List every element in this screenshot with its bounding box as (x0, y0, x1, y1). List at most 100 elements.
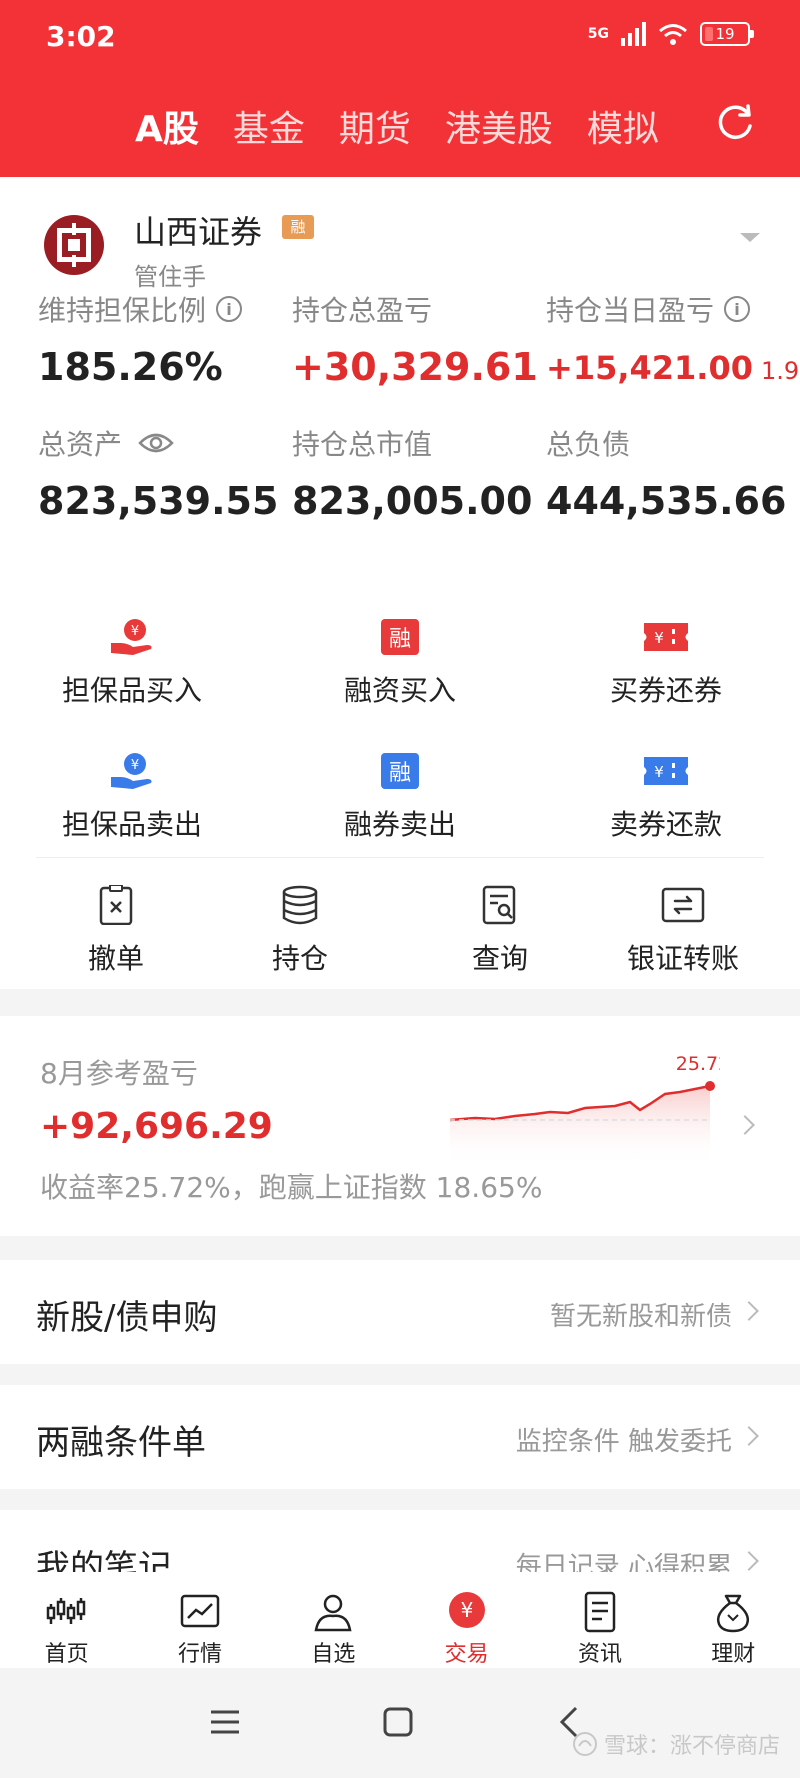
daily-pnl-percent: 1.91% (760, 357, 800, 385)
refresh-icon[interactable] (714, 102, 756, 144)
action-label: 持仓 (271, 942, 328, 975)
stat-total-pnl: 持仓总盈亏 +30,329.61 (292, 289, 538, 389)
trade-yen-icon: ¥ (448, 1592, 485, 1628)
battery-level: 19 (715, 25, 735, 43)
collateral-buy-button[interactable]: ¥ 担保品买入 (32, 617, 232, 709)
action-label: 撤单 (87, 942, 144, 975)
conditional-order-row[interactable]: 两融条件单 监控条件 触发委托 (0, 1385, 800, 1489)
row-subtitle: 暂无新股和新债 (549, 1302, 732, 1332)
stat-value: 823,539.55 (38, 479, 279, 523)
info-icon[interactable]: i (216, 296, 243, 322)
broker-name[interactable]: 山西证券 (134, 207, 262, 253)
svg-text:融: 融 (389, 627, 411, 652)
row-title: 两融条件单 (36, 1423, 206, 1463)
margin-buy-button[interactable]: 融 融资买入 (300, 617, 500, 709)
info-icon[interactable]: i (724, 296, 751, 322)
stat-value: +30,329.61 (292, 345, 538, 389)
cancel-order-button[interactable]: 撤单 (16, 885, 216, 977)
snowball-logo-icon (572, 1732, 597, 1756)
status-indicators: 5G 19 (587, 22, 754, 46)
section-divider (36, 857, 764, 858)
status-time: 3:02 (46, 20, 116, 53)
nav-news[interactable]: 资讯 (533, 1572, 666, 1668)
stat-label: 持仓总盈亏 (292, 294, 433, 327)
pnl-badge: 25.72% (676, 1053, 720, 1075)
nav-label: 行情 (177, 1642, 222, 1667)
watermark-text: 雪球：涨不停商店 (603, 1734, 780, 1759)
menu-icon[interactable] (205, 1702, 245, 1742)
hand-coin-icon: ¥ (111, 753, 152, 789)
trade-actions: ¥ 担保品买入 融 融资买入 ¥ 买券还券 ¥ 担保品卖出 融 融券卖出 ¥ 卖… (0, 559, 800, 989)
stat-label: 维持担保比例 (38, 294, 207, 327)
nav-market[interactable]: 行情 (133, 1572, 266, 1668)
eye-icon[interactable] (138, 431, 174, 455)
user-icon (314, 1594, 352, 1632)
bottom-navigation: 首页 行情 自选 ¥ 交易 资讯 理财 (0, 1572, 800, 1668)
broker-logo (44, 215, 104, 275)
transfer-icon (661, 887, 705, 923)
tab-a-shares[interactable]: A股 (135, 100, 199, 152)
chevron-right-icon (735, 1115, 755, 1135)
top-header: 3:02 5G 19 A股 基金 期货 港美股 模拟 (0, 0, 800, 177)
stat-value: 444,535.66 (546, 479, 787, 523)
nav-home[interactable]: 首页 (0, 1572, 133, 1668)
monthly-pnl-card[interactable]: 8月参考盈亏 +92,696.29 收益率25.72%，跑赢上证指数 18.65… (0, 1016, 800, 1236)
news-icon (584, 1591, 616, 1633)
svg-text:¥: ¥ (131, 624, 139, 639)
stat-maintenance-ratio: 维持担保比例 i 185.26% (38, 289, 243, 389)
tab-funds[interactable]: 基金 (233, 100, 305, 152)
short-sell-button[interactable]: 融 融券卖出 (300, 751, 500, 843)
nav-trade[interactable]: ¥ 交易 (400, 1572, 533, 1668)
bank-transfer-button[interactable]: 银证转账 (583, 885, 783, 977)
market-tabs: A股 基金 期货 港美股 模拟 (135, 100, 659, 152)
ticket-icon: ¥ (644, 623, 688, 651)
pnl-description: 收益率25.72%，跑赢上证指数 18.65% (40, 1171, 543, 1204)
account-nickname: 管住手 (134, 263, 206, 291)
chevron-down-icon[interactable] (740, 233, 760, 242)
margin-icon: 融 (381, 619, 419, 655)
stat-label: 持仓总市值 (292, 428, 433, 461)
nav-label: 首页 (44, 1642, 89, 1667)
row-subtitle: 监控条件 触发委托 (515, 1427, 732, 1457)
action-label: 银证转账 (626, 942, 739, 975)
collateral-sell-button[interactable]: ¥ 担保品卖出 (32, 751, 232, 843)
chevron-right-icon (739, 1301, 759, 1321)
stat-label: 总负债 (546, 428, 631, 461)
candlestick-icon (46, 1598, 85, 1624)
pnl-title: 8月参考盈亏 (40, 1057, 198, 1090)
action-label: 融券卖出 (343, 808, 456, 841)
query-button[interactable]: 查询 (400, 885, 600, 977)
svg-text:融: 融 (389, 761, 411, 786)
tab-hk-us[interactable]: 港美股 (445, 100, 553, 152)
daily-pnl-amount: +15,421.00 (546, 349, 753, 387)
tab-simulation[interactable]: 模拟 (587, 100, 659, 152)
account-card: 山西证券 融 管住手 维持担保比例 i 185.26% 持仓总盈亏 +30,329… (0, 177, 800, 559)
nav-label: 自选 (311, 1642, 356, 1667)
watermark: 雪球：涨不停商店 (572, 1728, 780, 1760)
positions-button[interactable]: 持仓 (200, 885, 400, 977)
margin-badge: 融 (282, 215, 314, 239)
svg-text:¥: ¥ (131, 758, 139, 773)
action-label: 融资买入 (343, 674, 456, 707)
chart-icon (180, 1594, 220, 1628)
stat-total-liabilities: 总负债 444,535.66 (546, 423, 786, 523)
svg-text:¥: ¥ (654, 629, 664, 647)
row-title: 新股/债申购 (36, 1298, 218, 1338)
database-icon (282, 885, 318, 925)
sell-to-repay-button[interactable]: ¥ 卖券还款 (566, 751, 766, 843)
signal-icon (621, 22, 646, 46)
stat-value: +15,421.001.91% (546, 349, 800, 387)
network-label: 5G (587, 26, 609, 42)
stat-daily-pnl: 持仓当日盈亏 i +15,421.001.91% (546, 289, 800, 387)
ipo-subscription-row[interactable]: 新股/债申购 暂无新股和新债 (0, 1260, 800, 1364)
buy-to-cover-button[interactable]: ¥ 买券还券 (566, 617, 766, 709)
stat-value: 823,005.00 (292, 479, 533, 523)
nav-wealth[interactable]: 理财 (667, 1572, 800, 1668)
nav-watchlist[interactable]: 自选 (267, 1572, 400, 1668)
nav-label: 交易 (444, 1642, 489, 1667)
stat-market-value: 持仓总市值 823,005.00 (292, 423, 532, 523)
tab-futures[interactable]: 期货 (339, 100, 411, 152)
home-square-icon[interactable] (378, 1702, 418, 1742)
svg-text:¥: ¥ (654, 763, 664, 781)
stat-label: 持仓当日盈亏 (546, 294, 715, 327)
